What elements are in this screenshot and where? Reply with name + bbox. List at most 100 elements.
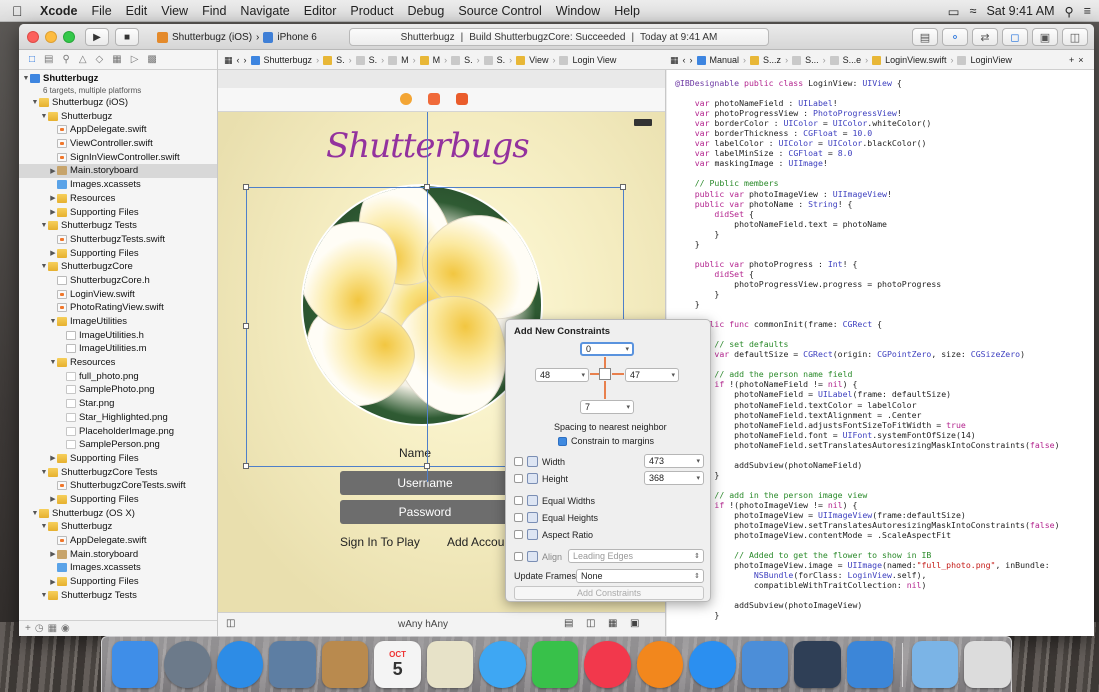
resize-handle[interactable] bbox=[243, 184, 249, 190]
file-tree-item[interactable]: ▼ ShutterbugzCore bbox=[19, 260, 217, 274]
disclosure-triangle-icon[interactable]: ▶ bbox=[49, 550, 57, 558]
menu-editor[interactable]: Editor bbox=[304, 4, 337, 18]
leading-spacing-field[interactable]: 48 ▾ bbox=[535, 368, 589, 382]
breadcrumb-item[interactable]: S. bbox=[464, 55, 473, 65]
pin-icon[interactable]: ◫ bbox=[586, 618, 595, 629]
file-tree-item[interactable]: ▼ Shutterbugz Tests bbox=[19, 588, 217, 602]
version-editor-button[interactable]: ⇄ bbox=[972, 28, 998, 46]
breakpoint-icon[interactable]: ▷ bbox=[131, 54, 139, 65]
align-select[interactable]: Leading Edges ⇕ bbox=[568, 549, 704, 563]
sign-in-button[interactable]: Sign In To Play bbox=[340, 535, 420, 549]
breadcrumb-item[interactable]: M bbox=[433, 55, 441, 65]
recent-files-icon[interactable]: ◷ bbox=[35, 623, 44, 634]
file-tree-item[interactable]: Star_Highlighted.png bbox=[19, 411, 217, 425]
aspect-ratio-checkbox[interactable] bbox=[514, 530, 523, 539]
ibooks-icon[interactable] bbox=[636, 641, 684, 688]
pin-line-bottom[interactable] bbox=[604, 381, 606, 399]
file-tree-item[interactable]: ImageUtilities.m bbox=[19, 342, 217, 356]
app-store-icon[interactable] bbox=[689, 641, 736, 688]
trash-icon[interactable] bbox=[964, 641, 1011, 688]
breadcrumb-item[interactable]: Manual bbox=[710, 55, 740, 65]
disclosure-triangle-icon[interactable]: ▼ bbox=[40, 222, 48, 229]
update-frames-select[interactable]: None ⇕ bbox=[576, 569, 704, 583]
menu-view[interactable]: View bbox=[161, 4, 188, 18]
run-button[interactable]: ▶ bbox=[85, 28, 109, 46]
issue-icon[interactable]: △ bbox=[79, 54, 87, 65]
menu-edit[interactable]: Edit bbox=[126, 4, 148, 18]
breadcrumb-item[interactable]: S...z bbox=[763, 55, 781, 65]
breadcrumb-item[interactable]: Shutterbugz bbox=[264, 55, 313, 65]
file-tree-item[interactable]: ▶ Main.storyboard bbox=[19, 547, 217, 561]
view-controller-icon[interactable] bbox=[400, 93, 412, 105]
standard-editor-button[interactable]: ▤ bbox=[912, 28, 938, 46]
file-tree-item[interactable]: ▼ ImageUtilities bbox=[19, 315, 217, 329]
scheme-selector[interactable]: Shutterbugz (iOS) › iPhone 6 bbox=[151, 28, 323, 46]
symbol-icon[interactable]: ▤ bbox=[44, 54, 53, 65]
file-tree-item[interactable]: ▼ Shutterbugz bbox=[19, 520, 217, 534]
plus-icon[interactable]: + bbox=[1069, 55, 1074, 65]
source-control-filter-icon[interactable]: ▦ bbox=[48, 623, 57, 634]
file-tree-item[interactable]: ImageUtilities.h bbox=[19, 328, 217, 342]
toggle-debug-area-button[interactable]: ▣ bbox=[1032, 28, 1058, 46]
folder-icon[interactable]: □ bbox=[29, 54, 35, 65]
menubar-clock[interactable]: Sat 9:41 AM bbox=[986, 4, 1054, 18]
finder-icon[interactable] bbox=[112, 641, 159, 688]
menu-product[interactable]: Product bbox=[350, 4, 393, 18]
breadcrumb-item[interactable]: S...e bbox=[843, 55, 862, 65]
close-icon[interactable]: × bbox=[1078, 55, 1083, 65]
facetime-icon[interactable] bbox=[531, 641, 579, 688]
file-tree-item[interactable]: ▼ Resources bbox=[19, 356, 217, 370]
resize-handle[interactable] bbox=[620, 184, 626, 190]
file-tree-item[interactable]: ▼ Shutterbugz bbox=[19, 109, 217, 123]
forward-icon[interactable]: › bbox=[244, 55, 247, 65]
menu-source-control[interactable]: Source Control bbox=[458, 4, 541, 18]
file-tree-item[interactable]: ▶ Supporting Files bbox=[19, 205, 217, 219]
assistant-editor-button[interactable]: ⚬ bbox=[942, 28, 968, 46]
trailing-spacing-field[interactable]: 47 ▾ bbox=[625, 368, 679, 382]
size-class-selector[interactable]: wAny hAny bbox=[398, 619, 448, 630]
breadcrumb-item[interactable]: LoginView bbox=[970, 55, 1011, 65]
test-icon[interactable]: ◇ bbox=[96, 54, 104, 65]
disclosure-triangle-icon[interactable]: ▶ bbox=[49, 208, 57, 216]
menu-file[interactable]: File bbox=[92, 4, 112, 18]
breadcrumb-item[interactable]: M bbox=[401, 55, 409, 65]
xcode-icon[interactable] bbox=[741, 641, 789, 688]
itunes-icon[interactable] bbox=[584, 641, 631, 688]
file-tree-item[interactable]: ShutterbugzCoreTests.swift bbox=[19, 479, 217, 493]
breadcrumb-item[interactable]: View bbox=[529, 55, 548, 65]
related-items-icon[interactable]: ▦ bbox=[670, 55, 679, 66]
breadcrumb-item[interactable]: S. bbox=[497, 55, 506, 65]
password-field[interactable]: Password bbox=[340, 500, 510, 524]
breadcrumb-item[interactable]: S. bbox=[369, 55, 378, 65]
breadcrumb-item[interactable]: LoginView.swift bbox=[885, 55, 946, 65]
disclosure-triangle-icon[interactable]: ▼ bbox=[40, 469, 48, 476]
username-field[interactable]: Username bbox=[340, 471, 510, 495]
file-tree-item[interactable]: ViewController.swift bbox=[19, 137, 217, 151]
constrain-margins-row[interactable]: Constrain to margins bbox=[558, 436, 654, 446]
file-tree-item[interactable]: Images.xcassets bbox=[19, 178, 217, 192]
align-icon[interactable]: ▤ bbox=[564, 618, 573, 629]
file-tree-item[interactable]: ▶ Resources bbox=[19, 192, 217, 206]
menu-navigate[interactable]: Navigate bbox=[240, 4, 289, 18]
bottom-spacing-field[interactable]: 7 ▾ bbox=[580, 400, 634, 414]
disclosure-triangle-icon[interactable]: ▶ bbox=[49, 249, 57, 257]
disclosure-triangle-icon[interactable]: ▶ bbox=[49, 495, 57, 503]
notification-center-icon[interactable]: ≡ bbox=[1084, 4, 1091, 18]
safari-icon[interactable] bbox=[216, 641, 264, 688]
pin-line-right[interactable] bbox=[612, 373, 624, 375]
instruments-icon[interactable] bbox=[794, 641, 841, 688]
file-tree-item[interactable]: LoginView.swift bbox=[19, 287, 217, 301]
preview-icon[interactable] bbox=[269, 641, 316, 688]
file-tree-item[interactable]: ▶ Main.storyboard bbox=[19, 164, 217, 178]
file-tree-item[interactable]: ▼ Shutterbugz (iOS) bbox=[19, 96, 217, 110]
menu-debug[interactable]: Debug bbox=[408, 4, 445, 18]
file-tree-item[interactable]: full_photo.png bbox=[19, 369, 217, 383]
file-tree-item[interactable]: PlaceholderImage.png bbox=[19, 424, 217, 438]
downloads-folder-icon[interactable] bbox=[912, 641, 959, 688]
width-field[interactable]: 473 ▾ bbox=[644, 454, 704, 468]
equal-heights-checkbox[interactable] bbox=[514, 513, 523, 522]
apple-menu-icon[interactable]:  bbox=[12, 3, 26, 19]
toggle-navigator-button[interactable]: ◻ bbox=[1002, 28, 1028, 46]
add-file-icon[interactable]: + bbox=[25, 623, 31, 634]
close-window-button[interactable] bbox=[27, 31, 39, 43]
